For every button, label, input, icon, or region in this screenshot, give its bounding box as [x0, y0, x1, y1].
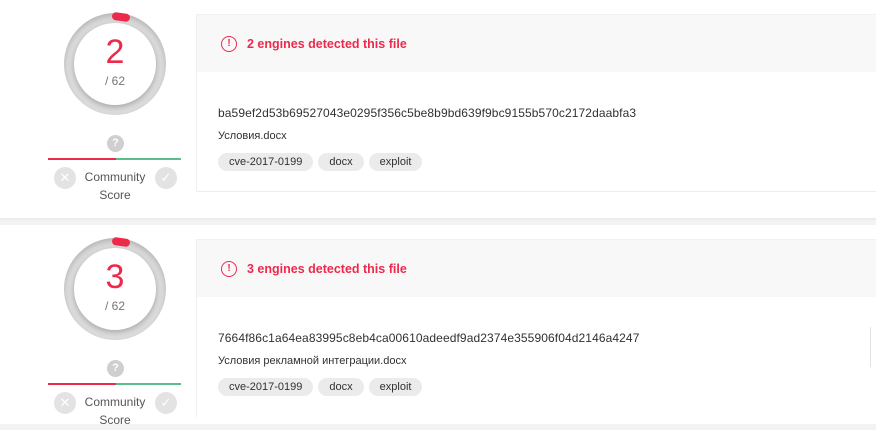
file-details: ba59ef2d53b69527043e0295f356c5be8b9bd639… — [197, 72, 876, 192]
community-score: ? ✕ Community Score ✓ — [40, 360, 190, 430]
alert-circle-icon: ! — [221, 36, 237, 52]
detection-arc — [111, 236, 131, 248]
file-hash-link[interactable]: ba59ef2d53b69527043e0295f356c5be8b9bd639… — [218, 106, 636, 120]
detection-arc — [111, 11, 131, 23]
scroll-edge — [870, 327, 871, 367]
detection-gauge: 2 / 62 — [64, 11, 166, 115]
file-hash-link[interactable]: 7664f86c1a64ea83995c8eb4ca00610adeedf9ad… — [218, 331, 639, 345]
check-icon[interactable]: ✓ — [155, 392, 177, 414]
positives-count: 2 — [105, 33, 125, 71]
community-score: ? ✕ Community Score ✓ — [40, 135, 190, 205]
alert-circle-icon: ! — [221, 261, 237, 277]
detection-gauge: 3 / 62 — [64, 236, 166, 340]
tag-exploit[interactable]: exploit — [368, 153, 423, 171]
question-icon[interactable]: ? — [107, 360, 124, 377]
tag-cve[interactable]: cve-2017-0199 — [218, 378, 314, 396]
tag-list: cve-2017-0199 docx exploit — [218, 152, 427, 171]
tag-docx[interactable]: docx — [318, 378, 364, 396]
detection-header: ! 3 engines detected this file — [197, 240, 876, 297]
tag-cve[interactable]: cve-2017-0199 — [218, 153, 314, 171]
tag-docx[interactable]: docx — [318, 153, 364, 171]
file-report-1: 2 / 62 ? ✕ Community Score ✓ ! 2 engines… — [0, 0, 876, 218]
community-bar-malicious — [48, 158, 116, 160]
engines-total: / 62 — [104, 299, 125, 313]
tag-list: cve-2017-0199 docx exploit — [218, 377, 427, 396]
file-details: 7664f86c1a64ea83995c8eb4ca00610adeedf9ad… — [197, 297, 876, 417]
divider — [197, 191, 876, 192]
detection-score-column: 3 / 62 ? ✕ Community Score ✓ — [40, 225, 190, 427]
detections-text: 3 engines detected this file — [247, 262, 407, 276]
close-icon[interactable]: ✕ — [54, 167, 76, 189]
gauge-center: 2 / 62 — [74, 23, 156, 105]
community-score-label: Community Score — [84, 170, 146, 202]
gauge-center: 3 / 62 — [74, 248, 156, 330]
community-bar-harmless — [116, 383, 181, 385]
community-bar-harmless — [116, 158, 181, 160]
file-name: Условия.docx — [218, 130, 287, 142]
detection-header: ! 2 engines detected this file — [197, 15, 876, 72]
tag-exploit[interactable]: exploit — [368, 378, 423, 396]
file-name: Условия рекламной интеграции.docx — [218, 355, 407, 367]
community-bar-malicious — [48, 383, 116, 385]
file-card[interactable]: ! 2 engines detected this file ba59ef2d5… — [196, 14, 876, 192]
detections-text: 2 engines detected this file — [247, 37, 407, 51]
check-icon[interactable]: ✓ — [155, 167, 177, 189]
close-icon[interactable]: ✕ — [54, 392, 76, 414]
detection-score-column: 2 / 62 ? ✕ Community Score ✓ — [40, 0, 190, 218]
file-report-2: 3 / 62 ? ✕ Community Score ✓ ! 3 engines… — [0, 225, 876, 427]
engines-total: / 62 — [104, 74, 125, 88]
positives-count: 3 — [105, 258, 125, 296]
file-card[interactable]: ! 3 engines detected this file 7664f86c1… — [196, 239, 876, 417]
question-icon[interactable]: ? — [107, 135, 124, 152]
